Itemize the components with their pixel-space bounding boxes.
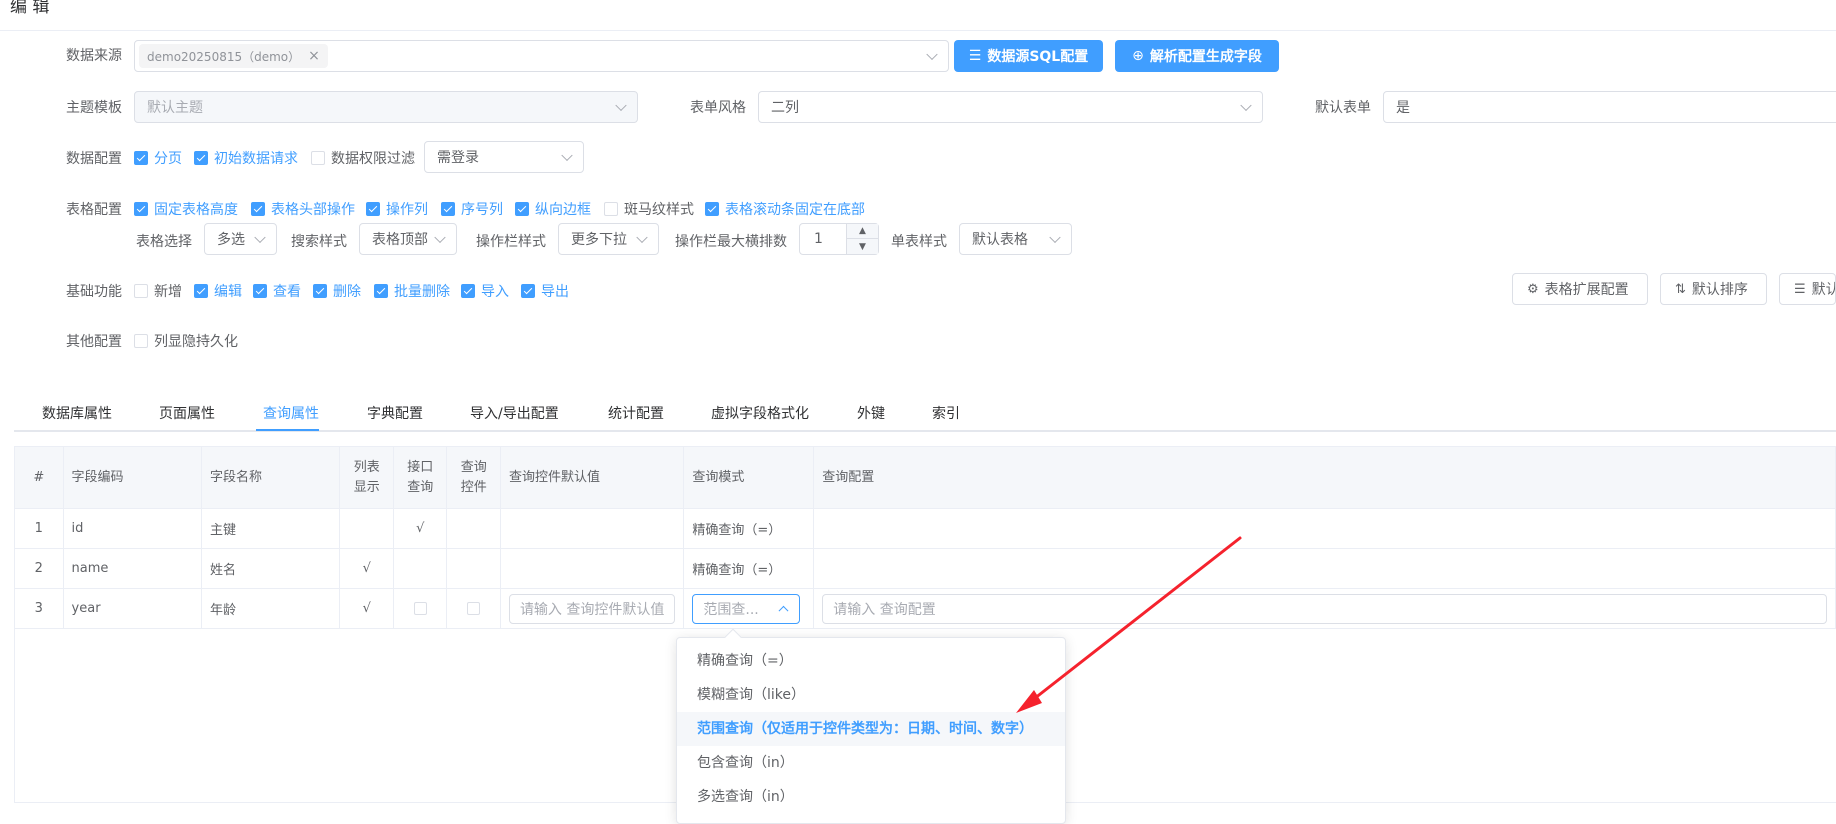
annotation-arrow-icon [1016,536,1242,713]
